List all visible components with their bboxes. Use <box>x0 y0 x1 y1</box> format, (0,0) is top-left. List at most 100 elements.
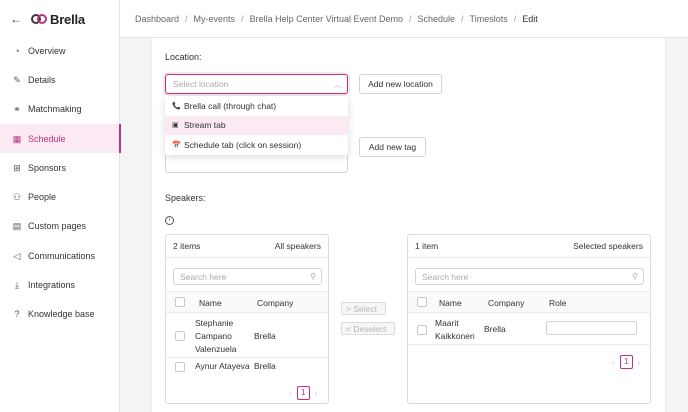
search-input[interactable]: Search here ⚲ <box>415 268 644 285</box>
prev-page-icon[interactable]: ‹ <box>612 358 615 367</box>
brand: ← Brella <box>10 10 85 28</box>
column-role: Role <box>549 298 567 308</box>
select-all-checkbox[interactable] <box>175 297 185 307</box>
table-header: Name Company <box>166 291 328 313</box>
location-select[interactable]: Select location ︿ <box>165 74 348 94</box>
sidebar-item-sponsors[interactable]: ⊞ Sponsors <box>0 153 120 182</box>
breadcrumb-event[interactable]: Brella Help Center Virtual Event Demo <box>250 14 403 24</box>
chevron-left-icon: < <box>346 323 351 334</box>
page-number[interactable]: 1 <box>296 386 310 400</box>
matchmaking-icon: ⚭ <box>13 104 21 115</box>
item-count: 2 items <box>173 241 201 251</box>
breadcrumb-timeslots[interactable]: Timeslots <box>470 14 508 24</box>
sidebar-item-label: Knowledge base <box>28 309 95 320</box>
column-company: Company <box>488 298 525 308</box>
column-name: Name <box>199 298 222 308</box>
calendar-icon: ▦ <box>12 133 22 144</box>
sidebar-item-schedule[interactable]: ▦ Schedule <box>0 123 121 154</box>
pagination: ‹ 1 › <box>289 386 317 400</box>
breadcrumb-dashboard[interactable]: Dashboard <box>135 14 179 24</box>
location-option-stream-tab[interactable]: ▣ Stream tab <box>165 115 348 136</box>
page-icon: ▤ <box>12 221 22 232</box>
breadcrumb-current: Edit <box>522 13 538 24</box>
sidebar-item-people[interactable]: ⚇ People <box>0 182 120 211</box>
sidebar-item-label: Matchmaking <box>28 104 82 115</box>
speaker-name: Maarit Kaikkonen <box>435 318 475 341</box>
chevron-right-icon: > <box>346 303 351 314</box>
next-page-icon[interactable]: › <box>315 389 318 398</box>
megaphone-icon: ◁ <box>13 250 21 261</box>
table-row[interactable]: Aynur Atayeva Brella <box>166 358 328 376</box>
chevron-up-icon: ︿ <box>334 82 341 89</box>
pagination: ‹ 1 › <box>612 355 640 369</box>
selected-speakers-panel: 1 item Selected speakers Search here ⚲ N… <box>407 234 651 404</box>
brella-logo-icon <box>31 14 47 24</box>
speaker-name: Stephanie Campano Valenzuela <box>195 318 237 354</box>
sidebar-item-integrations[interactable]: ⤓ Integrations <box>0 270 120 299</box>
sidebar-item-label: Overview <box>28 45 66 56</box>
panel-title: Selected speakers <box>573 241 643 251</box>
panel-header: 2 items All speakers <box>166 235 328 258</box>
search-icon: ⚲ <box>310 272 316 281</box>
phone-icon: 📞 <box>172 102 181 110</box>
speaker-company: Brella <box>254 331 276 341</box>
row-checkbox[interactable] <box>175 362 185 372</box>
sidebar-item-custom-pages[interactable]: ▤ Custom pages <box>0 212 120 241</box>
page-number[interactable]: 1 <box>619 355 633 369</box>
table-row[interactable]: Stephanie Campano Valenzuela Brella <box>166 314 328 358</box>
overview-icon: ◔ <box>14 45 20 56</box>
info-icon[interactable]: i <box>165 216 174 225</box>
sidebar-item-label: Communications <box>28 250 96 261</box>
sidebar-item-label: Integrations <box>28 280 76 291</box>
table-header: Name Company Role <box>408 291 650 313</box>
location-dropdown: 📞 Brella call (through chat) ▣ Stream tab … <box>165 96 348 155</box>
sidebar-item-communications[interactable]: ◁ Communications <box>0 241 120 270</box>
select-all-checkbox[interactable] <box>417 297 427 307</box>
location-option-schedule-tab[interactable]: 📅 Schedule tab (click on session) <box>165 135 348 155</box>
deselect-transfer-button[interactable]: < Deselect <box>341 322 395 335</box>
sidebar-item-matchmaking[interactable]: ⚭ Matchmaking <box>0 95 120 124</box>
sidebar-item-label: Sponsors <box>28 162 67 173</box>
all-speakers-panel: 2 items All speakers Search here ⚲ Name … <box>165 234 329 404</box>
sidebar-item-overview[interactable]: ◔ Overview <box>0 36 120 65</box>
location-label: Location: <box>165 52 202 62</box>
row-checkbox[interactable] <box>417 325 427 335</box>
sidebar-item-details[interactable]: ✎ Details <box>0 65 120 94</box>
table-row[interactable]: Maarit Kaikkonen Brella <box>408 314 650 345</box>
location-option-brella-call[interactable]: 📞 Brella call (through chat) <box>165 96 348 116</box>
add-location-button[interactable]: Add new location <box>359 74 442 94</box>
speaker-company: Brella <box>484 324 506 334</box>
brand-name: Brella <box>50 11 85 27</box>
download-icon: ⤓ <box>15 280 19 291</box>
select-transfer-button[interactable]: > Select <box>341 302 386 315</box>
speaker-company: Brella <box>254 361 276 371</box>
row-checkbox[interactable] <box>175 331 185 341</box>
sidebar-item-label: Schedule <box>28 133 66 144</box>
item-count: 1 item <box>415 241 439 251</box>
role-input[interactable] <box>546 321 637 335</box>
search-input[interactable]: Search here ⚲ <box>173 268 322 285</box>
column-name: Name <box>439 298 462 308</box>
tags-input[interactable] <box>165 155 348 173</box>
column-company: Company <box>257 298 294 308</box>
prev-page-icon[interactable]: ‹ <box>289 389 292 398</box>
breadcrumb-my-events[interactable]: My-events <box>194 14 236 24</box>
help-icon: ? <box>14 309 20 320</box>
sidebar: ← Brella ◔ Overview ✎ Details ⚭ Matchmaking… <box>0 0 121 412</box>
next-page-icon[interactable]: › <box>638 358 641 367</box>
panel-header: 1 item Selected speakers <box>408 235 650 258</box>
breadcrumb-schedule[interactable]: Schedule <box>418 14 456 24</box>
sidebar-item-label: Details <box>28 74 56 85</box>
location-placeholder: Select location <box>173 79 229 89</box>
sponsors-icon: ⊞ <box>13 162 21 173</box>
panel-title: All speakers <box>274 241 321 251</box>
details-icon: ✎ <box>13 74 21 85</box>
back-arrow-icon[interactable]: ← <box>10 13 22 25</box>
search-icon: ⚲ <box>632 272 638 281</box>
sidebar-item-label: People <box>28 192 57 203</box>
calendar-icon: 📅 <box>172 141 181 149</box>
people-icon: ⚇ <box>12 192 22 203</box>
speakers-label: Speakers: <box>165 193 206 203</box>
add-tag-button[interactable]: Add new tag <box>359 137 426 157</box>
sidebar-item-knowledge-base[interactable]: ? Knowledge base <box>0 300 120 329</box>
